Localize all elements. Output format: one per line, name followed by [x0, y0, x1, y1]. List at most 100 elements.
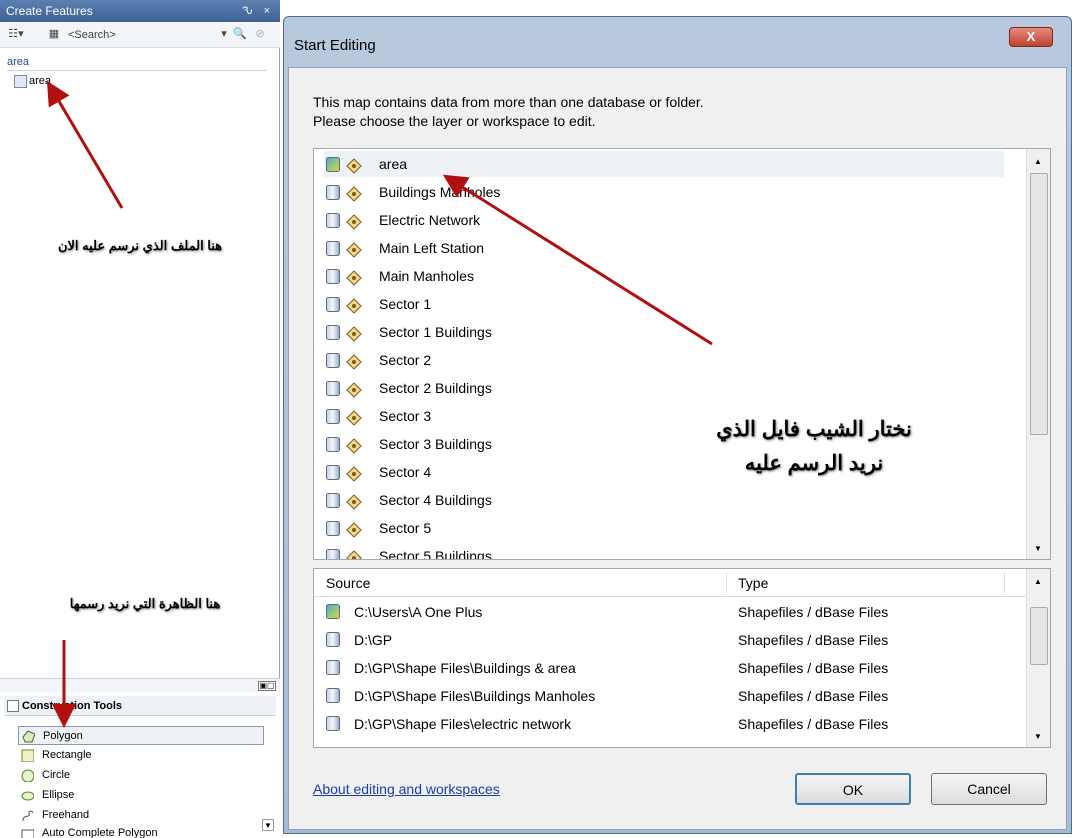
dialog-title: Start Editing	[294, 37, 376, 54]
feature-class-icon	[346, 156, 362, 174]
clear-search-icon[interactable]: ⊘	[252, 27, 268, 42]
dropdown-icon[interactable]: ▾	[216, 27, 232, 42]
database-icon	[326, 353, 340, 368]
tool-polygon[interactable]: Polygon	[18, 726, 264, 745]
tool-ellipse[interactable]: Ellipse	[18, 786, 264, 805]
source-row[interactable]: D:\GP\Shape Files\Buildings & area Shapef…	[314, 655, 1028, 682]
template-item-area[interactable]: area	[14, 73, 51, 89]
source-list-scrollbar[interactable]: ▲ ▼	[1026, 569, 1050, 747]
template-view-icon[interactable]: ▦	[46, 27, 62, 42]
source-list: Source Type C:\Users\A One Plus Shapefile…	[313, 568, 1051, 748]
database-icon	[326, 465, 340, 480]
source-path: D:\GP\Shape Files\electric network	[354, 716, 572, 732]
layer-row[interactable]: Sector 2 Buildings	[324, 375, 1004, 401]
layer-row[interactable]: Sector 4 Buildings	[324, 487, 1004, 513]
scroll-thumb[interactable]	[1030, 173, 1048, 435]
organize-templates-icon[interactable]: ☷▾	[8, 27, 24, 42]
database-icon	[326, 409, 340, 424]
source-row[interactable]: C:\Users\A One Plus Shapefiles / dBase Fi…	[314, 599, 1028, 626]
pin-close-icons[interactable]: Ԅ ×	[242, 0, 274, 22]
close-button[interactable]: X	[1009, 27, 1053, 47]
layer-label: Electric Network	[379, 212, 481, 228]
database-icon	[326, 521, 340, 536]
search-icon[interactable]: 🔍	[232, 27, 248, 42]
database-icon	[326, 437, 340, 452]
create-features-title: Create Features	[6, 4, 93, 18]
layer-label: Sector 5 Buildings	[379, 548, 492, 560]
scroll-down-icon[interactable]: ▼	[262, 819, 274, 831]
create-features-title-bar: Create Features Ԅ ×	[0, 0, 280, 22]
database-icon	[326, 381, 340, 396]
layer-row[interactable]: area	[324, 151, 1004, 177]
feature-class-icon	[346, 408, 362, 426]
construction-tools-panel: Construction Tools Polygon Rectangle Cir…	[0, 692, 280, 838]
search-input[interactable]: <Search>	[68, 27, 228, 43]
scroll-up-icon[interactable]: ▲	[1034, 577, 1042, 586]
tool-circle[interactable]: Circle	[18, 766, 264, 785]
edit-layer-icon	[326, 157, 340, 172]
ellipse-icon	[21, 791, 34, 801]
source-type: Shapefiles / dBase Files	[738, 688, 889, 704]
database-icon	[326, 632, 340, 647]
database-icon	[326, 185, 340, 200]
layer-label: Sector 4	[379, 464, 432, 480]
scroll-thumb[interactable]	[1030, 607, 1048, 665]
feature-class-icon	[346, 268, 362, 286]
layer-label: Main Manholes	[379, 268, 474, 284]
template-item-label: area	[29, 75, 52, 87]
layer-row[interactable]: Sector 5 Buildings	[324, 543, 1004, 560]
tool-label: Rectangle	[42, 749, 92, 761]
tool-freehand[interactable]: Freehand	[18, 806, 264, 825]
about-editing-link[interactable]: About editing and workspaces	[313, 781, 500, 797]
tool-auto-complete-polygon[interactable]: Auto Complete Polygon	[18, 826, 264, 838]
layer-row[interactable]: Sector 1	[324, 291, 1004, 317]
database-icon	[326, 493, 340, 508]
feature-class-icon	[346, 324, 362, 342]
database-icon	[326, 549, 340, 559]
cancel-button[interactable]: Cancel	[931, 773, 1047, 805]
layer-label: Sector 2 Buildings	[379, 380, 492, 396]
layer-row[interactable]: Buildings Manholes	[324, 179, 1004, 205]
source-row[interactable]: D:\GP Shapefiles / dBase Files	[314, 627, 1028, 654]
source-path: D:\GP	[354, 632, 393, 648]
feature-class-icon	[346, 240, 362, 258]
layer-label: Sector 1	[379, 296, 432, 312]
column-source[interactable]: Source	[326, 569, 370, 597]
database-icon	[326, 325, 340, 340]
rectangle-icon	[21, 749, 34, 762]
layer-row[interactable]: Sector 1 Buildings	[324, 319, 1004, 345]
tool-label: Polygon	[43, 730, 83, 742]
feature-class-icon	[346, 492, 362, 510]
annotation-bottom: هنا الظاهرة التي نريد رسمها	[69, 596, 221, 611]
dialog-annotation: نختار الشيب فايل الذي نريد الرسم عليه	[684, 413, 944, 481]
scroll-down-icon[interactable]: ▼	[1034, 732, 1042, 741]
layer-label: Sector 1 Buildings	[379, 324, 492, 340]
tool-rectangle[interactable]: Rectangle	[18, 746, 264, 765]
feature-class-icon	[346, 436, 362, 454]
database-icon	[326, 213, 340, 228]
feature-class-icon	[346, 352, 362, 370]
create-features-toolbar: ☷▾ ▦ <Search> ▾ 🔍 ⊘	[0, 22, 280, 48]
layer-list-scrollbar[interactable]: ▲ ▼	[1026, 149, 1050, 559]
layer-row[interactable]: Main Manholes	[324, 263, 1004, 289]
layer-row[interactable]: Main Left Station	[324, 235, 1004, 261]
source-row[interactable]: D:\GP\Shape Files\electric network Shapef…	[314, 711, 1028, 738]
annotation-top: هنا الملف الذي نرسم عليه الان	[57, 238, 223, 253]
feature-class-icon	[346, 464, 362, 482]
ok-button[interactable]: OK	[795, 773, 911, 805]
source-type: Shapefiles / dBase Files	[738, 660, 889, 676]
source-row[interactable]: D:\GP\Shape Files\Buildings Manholes Shap…	[314, 683, 1028, 710]
layer-row[interactable]: Sector 5	[324, 515, 1004, 541]
feature-class-icon	[346, 212, 362, 230]
database-icon	[326, 660, 340, 675]
column-type[interactable]: Type	[738, 569, 768, 597]
layer-row[interactable]: Electric Network	[324, 207, 1004, 233]
scroll-up-icon[interactable]: ▲	[1034, 157, 1042, 166]
layer-label: Sector 3	[379, 408, 432, 424]
dialog-annotation-line2: نريد الرسم عليه	[744, 452, 884, 475]
layer-label: Buildings Manholes	[379, 184, 501, 200]
scroll-down-icon[interactable]: ▼	[1034, 544, 1042, 553]
layer-row[interactable]: Sector 2	[324, 347, 1004, 373]
panel-splitter[interactable]: ▣▢	[0, 678, 280, 692]
collapse-icon[interactable]: ▣▢	[258, 681, 276, 691]
